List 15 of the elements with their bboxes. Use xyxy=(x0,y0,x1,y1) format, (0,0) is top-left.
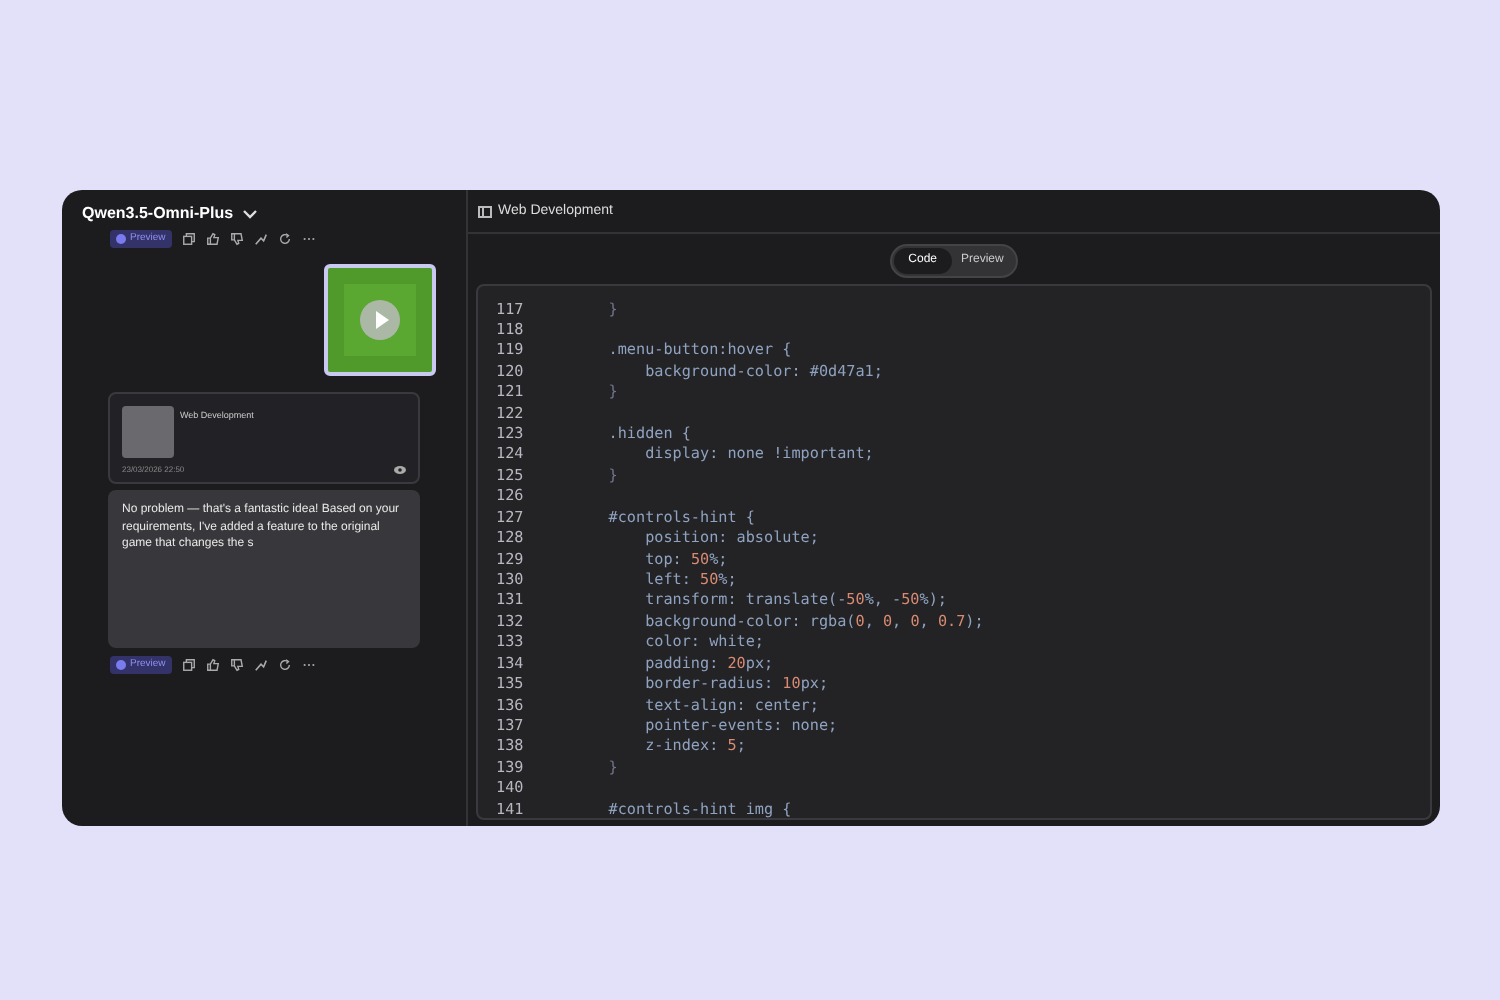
refresh-icon[interactable] xyxy=(277,658,292,672)
thumbs-down-icon[interactable] xyxy=(229,232,244,246)
thumbs-down-icon[interactable] xyxy=(229,658,244,672)
copy-icon[interactable] xyxy=(181,232,196,246)
play-icon[interactable] xyxy=(360,300,400,340)
document-thumbnail xyxy=(122,406,174,458)
model-name[interactable]: Qwen3.5-Omni-Plus xyxy=(82,202,234,226)
window-icon xyxy=(478,206,492,218)
thumbs-up-icon[interactable] xyxy=(205,232,220,246)
thumbs-up-icon[interactable] xyxy=(205,658,220,672)
chevron-down-icon[interactable] xyxy=(241,208,258,220)
game-video-thumbnail[interactable] xyxy=(324,264,436,376)
eye-icon[interactable] xyxy=(394,466,406,474)
copy-icon[interactable] xyxy=(181,658,196,672)
refresh-icon[interactable] xyxy=(277,232,292,246)
